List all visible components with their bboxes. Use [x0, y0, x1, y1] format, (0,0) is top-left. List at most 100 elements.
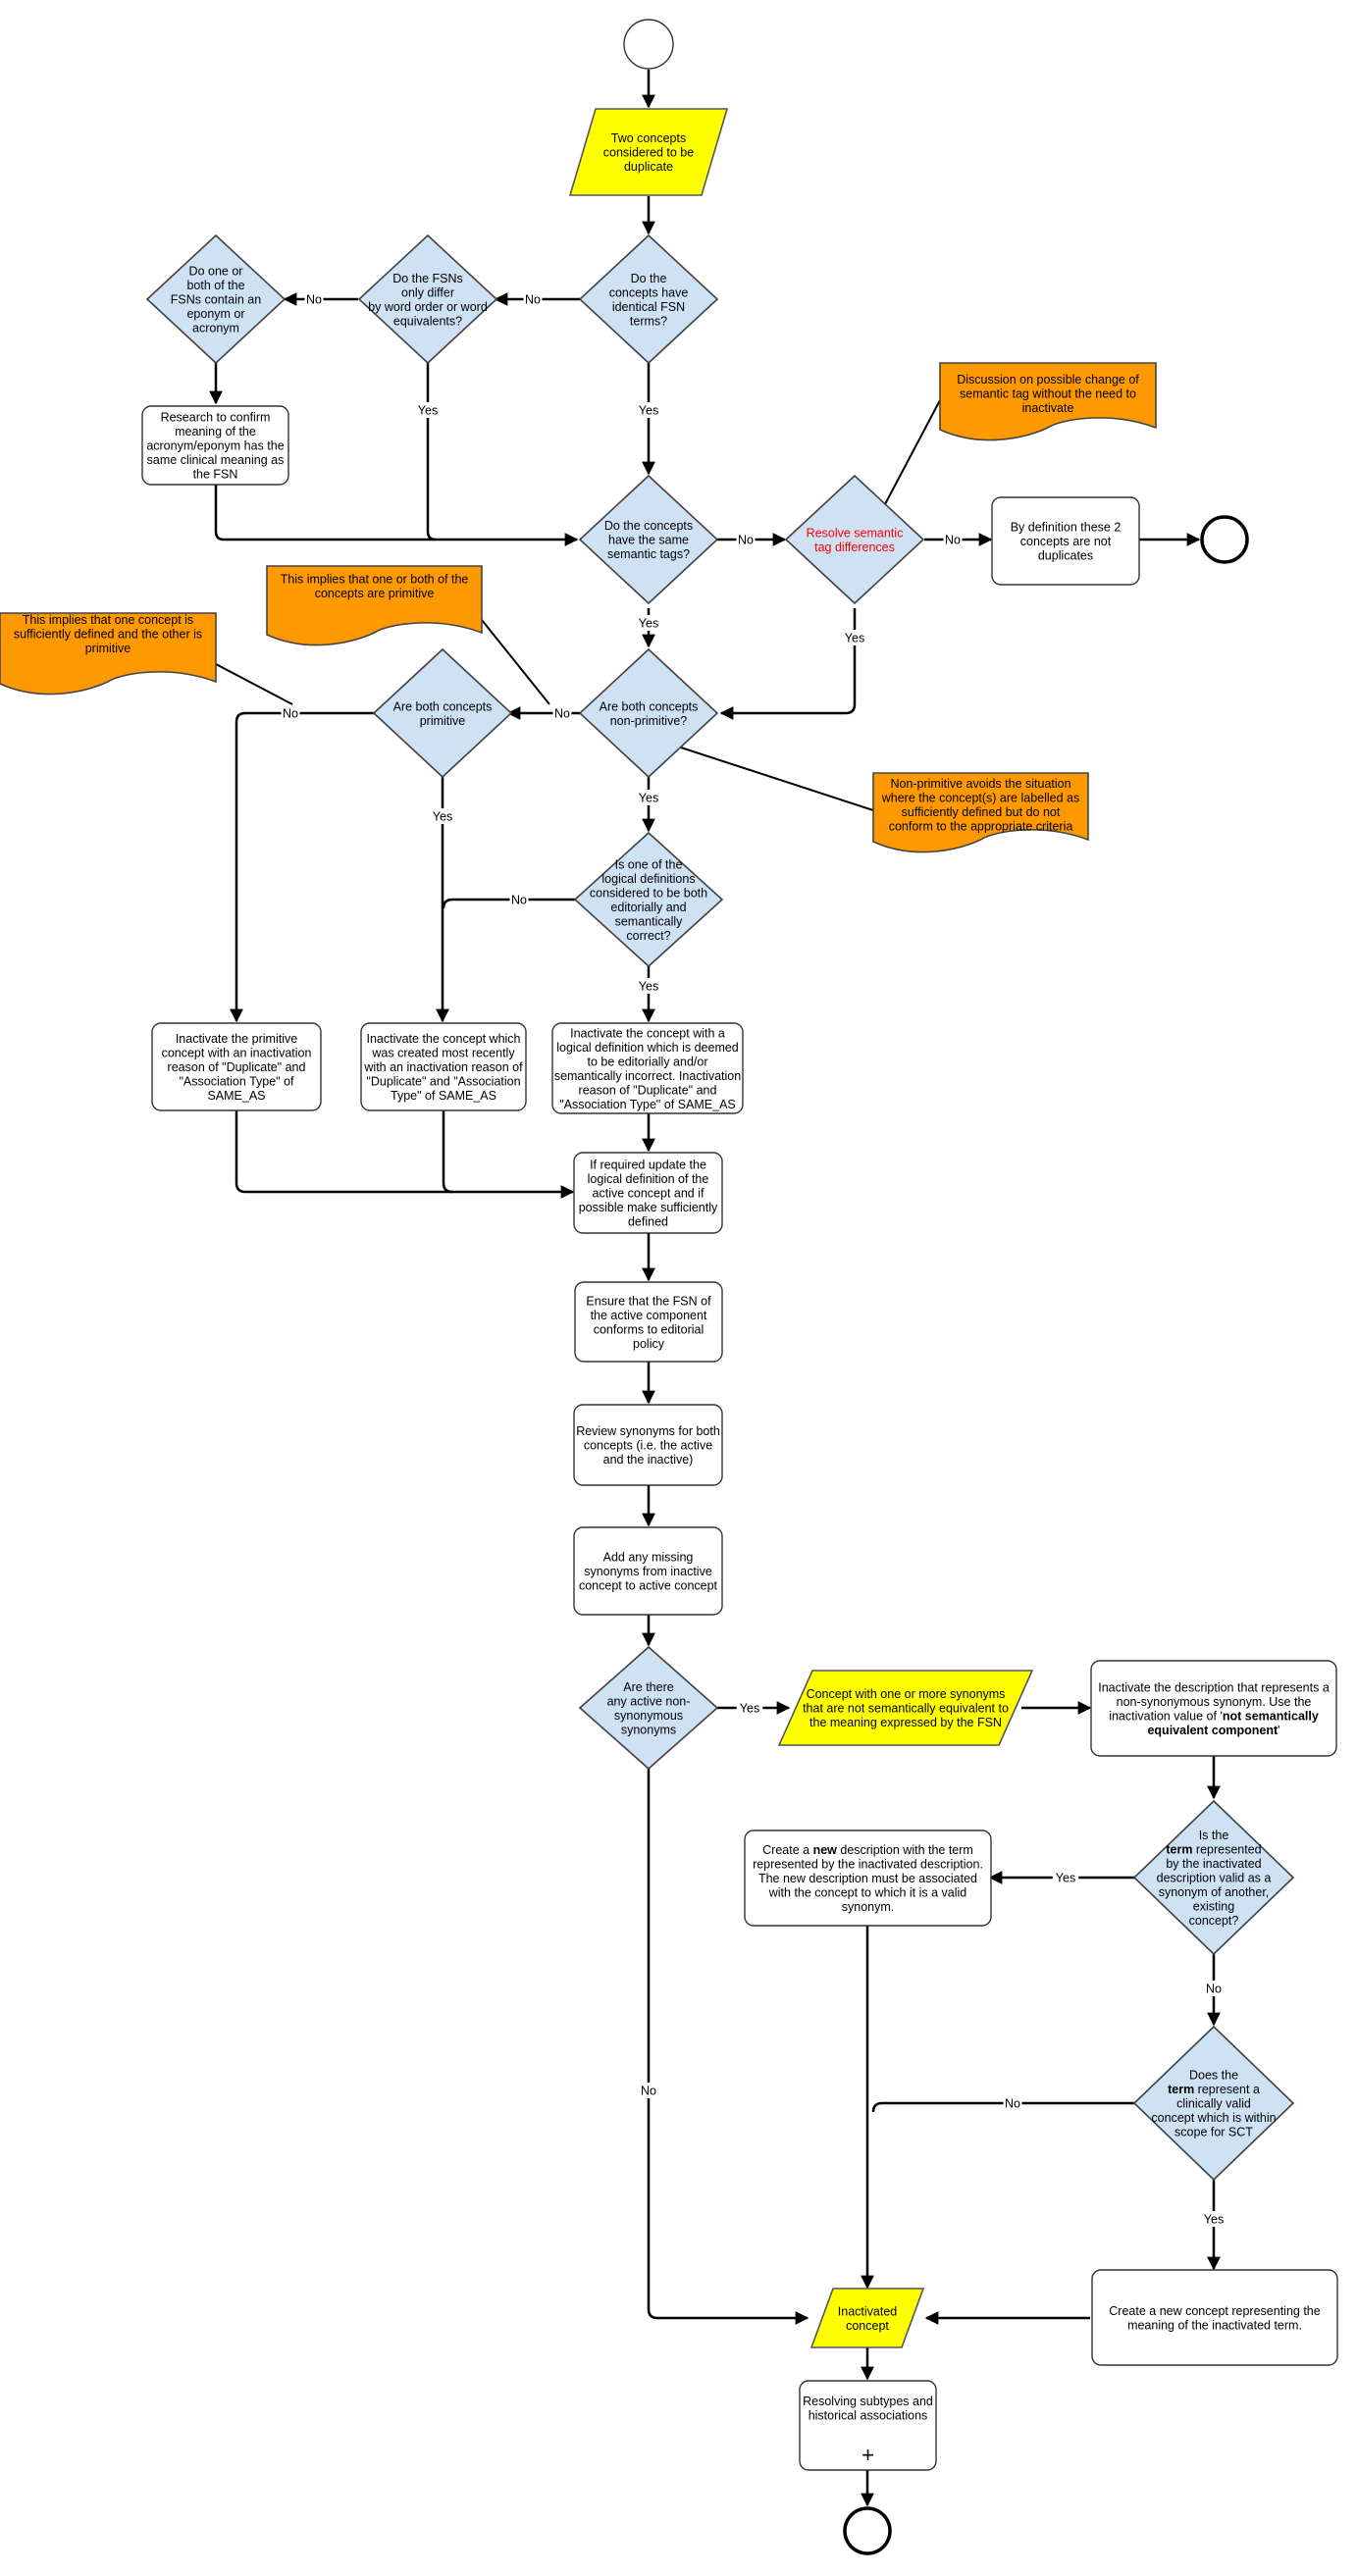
inactivate-recent-task[interactable]: Inactivate the concept whichwas created …: [360, 1022, 527, 1111]
label-non-synonymous-no: No: [641, 2085, 656, 2098]
inactivate-description-text-line: inactivation value of 'not semantically: [1109, 1709, 1319, 1723]
resolve-tags-decision[interactable]: Resolve semantictag differences: [784, 474, 925, 605]
start-event-circle: [623, 19, 674, 70]
note-one-or-both-note[interactable]: This implies that one or both of theconc…: [266, 565, 483, 646]
inactivate-incorrect-task[interactable]: Inactivate the concept with alogical def…: [551, 1022, 744, 1114]
word-order-text-line: by word order or word: [368, 300, 488, 314]
inactivate-recent-text-line: was created most recently: [371, 1047, 515, 1060]
inactivate-primitive-text-line: "Association Type" of: [179, 1075, 294, 1089]
inactivate-description-text-line: non-synonymous synonym. Use the: [1117, 1695, 1312, 1709]
label-word-order-yes: Yes: [418, 404, 438, 418]
subprocess-plus-icon[interactable]: +: [861, 2443, 874, 2467]
label-same-tags-no: No: [738, 534, 754, 547]
note-non-primitive-note[interactable]: Non-primitive avoids the situationwhere …: [872, 772, 1089, 853]
word-order-decision[interactable]: Do the FSNsonly differby word order or w…: [357, 233, 498, 365]
term-valid-synonym-text-line: term represented: [1166, 1843, 1261, 1857]
add-synonyms-task[interactable]: Add any missingsynonyms from inactivecon…: [573, 1526, 723, 1616]
term-valid-synonym-text-line: Is the: [1199, 1829, 1229, 1842]
label-resolve-yes: Yes: [845, 632, 864, 645]
not-duplicates-task[interactable]: By definition these 2concepts are notdup…: [991, 496, 1140, 586]
identical-fsn-text-line: terms?: [630, 314, 667, 328]
update-logical-text-line: logical definition of the: [588, 1172, 709, 1186]
same-tags-text-line: Do the concepts: [604, 519, 693, 533]
research-text-line: same clinical meaning as: [147, 453, 285, 467]
clinically-valid-text-line: scope for SCT: [1174, 2126, 1253, 2139]
label-primitive-yes: Yes: [433, 810, 452, 824]
edge-word-order-to-same-tags: [426, 363, 437, 541]
identical-fsn-text-line: concepts have: [609, 285, 689, 299]
label-identical-no: No: [525, 293, 541, 307]
inactivate-description-task[interactable]: Inactivate the description that represen…: [1090, 1660, 1337, 1757]
concept-with-synonyms-data[interactable]: Concept with one or more synonymsthat ar…: [777, 1670, 1034, 1746]
inactivate-recent-text-line: "Duplicate" and "Association: [366, 1075, 520, 1089]
logical-def-text-line: Is one of the: [615, 857, 683, 871]
resolving-subtypes-subprocess[interactable]: + Resolving subtypes andhistorical associ…: [799, 2380, 937, 2471]
clinically-valid-decision[interactable]: Does theterm represent aclinically valid…: [1132, 2025, 1295, 2182]
clinically-valid-text-line: clinically valid: [1176, 2097, 1251, 2111]
end-top-end-event[interactable]: [1200, 515, 1249, 564]
eponym-decision[interactable]: Do one orboth of theFSNs contain anepony…: [145, 233, 287, 365]
ensure-fsn-task[interactable]: Ensure that the FSN ofthe active compone…: [574, 1281, 723, 1363]
note-one-sufficient-text-line: sufficiently defined and the other is: [14, 628, 202, 642]
label-non-primitive-yes: Yes: [639, 792, 658, 805]
label-word-order-no: No: [306, 293, 322, 307]
identical-fsn-text-line: identical FSN: [612, 300, 685, 314]
update-logical-text-line: possible make sufficiently: [579, 1201, 718, 1214]
label-logical-def-yes: Yes: [639, 980, 658, 994]
two-concepts-data[interactable]: Two conceptsconsidered to beduplicate: [568, 108, 729, 196]
research-task[interactable]: Research to confirmmeaning of theacronym…: [141, 405, 289, 486]
eponym-text-line: eponym or: [186, 307, 244, 321]
ensure-fsn-text-line: conforms to editorial: [594, 1322, 705, 1336]
note-semantic-tag-text-line: inactivate: [1022, 401, 1074, 415]
inactivate-incorrect-text-line: Inactivate the concept with a: [570, 1026, 725, 1040]
connector-note-non-primitive: [680, 747, 874, 811]
same-tags-decision[interactable]: Do the conceptshave the samesemantic tag…: [578, 474, 719, 605]
inactivate-incorrect-text-line: to be editorially and/or: [588, 1055, 708, 1068]
create-concept-text-line: Create a new concept representing the: [1109, 2304, 1320, 2318]
eponym-text-line: both of the: [186, 279, 244, 292]
label-term-valid-no: No: [1206, 1983, 1222, 1996]
start-start-event[interactable]: [623, 19, 674, 70]
review-synonyms-text-line: and the inactive): [603, 1453, 694, 1467]
end-event-circle: [1200, 515, 1249, 564]
label-primitive-no: No: [283, 707, 298, 721]
note-one-sufficient-note[interactable]: This implies that one concept issufficie…: [0, 612, 217, 696]
create-description-task[interactable]: Create a new description with the termre…: [744, 1829, 992, 1927]
both-primitive-text-line: Are both concepts: [393, 699, 493, 713]
both-non-primitive-decision[interactable]: Are both conceptsnon-primitive?: [578, 647, 719, 779]
inactivate-incorrect-text-line: logical definition which is deemed: [556, 1041, 739, 1055]
research-text-line: acronym/eponym has the: [146, 439, 284, 453]
create-concept-task[interactable]: Create a new concept representing themea…: [1091, 2269, 1338, 2366]
logical-def-decision[interactable]: Is one of thelogical definitionsconsider…: [573, 831, 724, 968]
update-logical-task[interactable]: If required update thelogical definition…: [573, 1152, 723, 1234]
inactivate-incorrect-text-line: "Association Type" of SAME_AS: [559, 1098, 736, 1111]
clinically-valid-text-line: Does the: [1189, 2069, 1238, 2083]
term-valid-synonym-text-line: synonym of another,: [1159, 1885, 1270, 1899]
add-synonyms-text-line: Add any missing: [603, 1551, 694, 1565]
note-one-sufficient-text-line: This implies that one concept is: [23, 613, 193, 627]
review-synonyms-task[interactable]: Review synonyms for bothconcepts (i.e. t…: [573, 1404, 723, 1486]
non-synonymous-text-line: synonymous: [614, 1709, 683, 1723]
inactivate-primitive-task[interactable]: Inactivate the primitiveconcept with an …: [151, 1022, 322, 1111]
research-text-line: meaning of the: [175, 425, 256, 438]
inactivate-incorrect-text-line: semantically incorrect. Inactivation: [554, 1069, 741, 1083]
non-synonymous-decision[interactable]: Are thereany active non-synonymoussynony…: [578, 1645, 719, 1771]
not-duplicates-text-line: By definition these 2: [1011, 521, 1122, 535]
both-non-primitive-text-line: non-primitive?: [610, 714, 688, 728]
update-logical-text-line: defined: [628, 1215, 668, 1229]
non-synonymous-text-line: any active non-: [607, 1694, 691, 1708]
ensure-fsn-text-line: Ensure that the FSN of: [586, 1294, 711, 1308]
both-primitive-decision[interactable]: Are both conceptsprimitive: [372, 647, 513, 779]
note-non-primitive-text-line: where the concept(s) are labelled as: [881, 791, 1080, 804]
note-non-primitive-text-line: Non-primitive avoids the situation: [890, 777, 1070, 791]
logical-def-text-line: considered to be both: [590, 886, 707, 900]
concept-with-synonyms-text-line: the meaning expressed by the FSN: [809, 1716, 1002, 1729]
connector-note-semantic-tag: [884, 399, 941, 505]
label-clinically-valid-no: No: [1005, 2097, 1020, 2111]
end-bottom-end-event[interactable]: [843, 2506, 892, 2555]
label-identical-yes: Yes: [639, 404, 658, 418]
identical-fsn-decision[interactable]: Do theconcepts haveidentical FSNterms?: [578, 233, 719, 365]
inactivated-concept-data[interactable]: Inactivatedconcept: [809, 2288, 925, 2348]
term-valid-synonym-decision[interactable]: Is theterm representedby the inactivated…: [1132, 1799, 1295, 1956]
note-semantic-tag-note[interactable]: Discussion on possible change ofsemantic…: [939, 362, 1157, 441]
